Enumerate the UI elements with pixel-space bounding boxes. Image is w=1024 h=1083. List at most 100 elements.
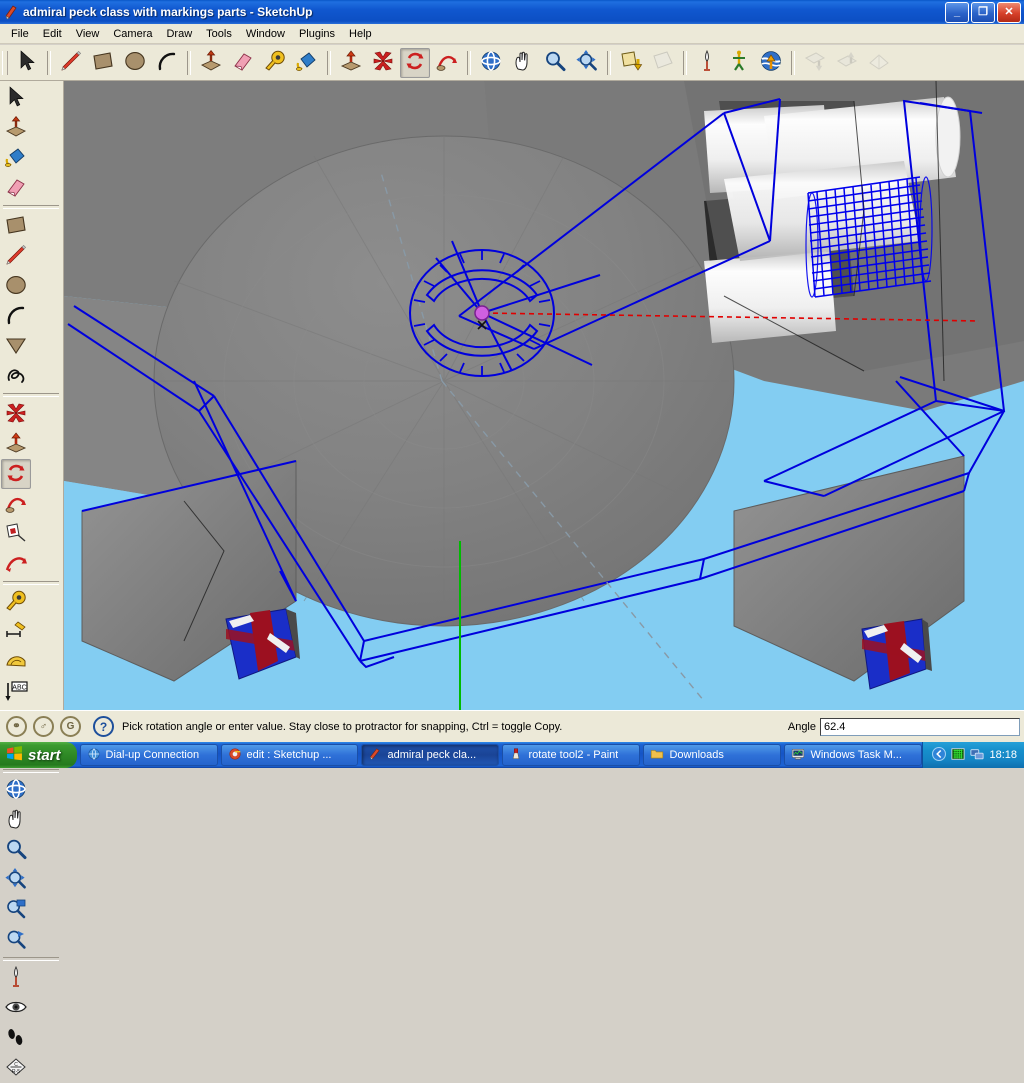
orbit-tool[interactable] — [1, 775, 31, 805]
line-tool[interactable] — [56, 48, 86, 78]
3d-model-viewport[interactable] — [64, 81, 1024, 710]
zoom-tool[interactable] — [540, 48, 570, 78]
location-pin-icon[interactable]: ⚭ — [6, 716, 27, 737]
circle-icon — [4, 273, 28, 300]
arc-icon — [4, 303, 28, 330]
taskbar-item-label: Dial-up Connection — [106, 749, 200, 761]
zoom-extents-tool[interactable] — [1, 865, 31, 895]
follow-me-tool[interactable] — [432, 48, 462, 78]
tape-measure-icon — [263, 49, 287, 76]
offset-tool[interactable] — [1, 519, 31, 549]
line-tool[interactable] — [1, 241, 31, 271]
zoom-window-icon — [4, 897, 28, 924]
pushpull-tool[interactable] — [196, 48, 226, 78]
zoom-tool[interactable] — [1, 835, 31, 865]
question-mark-icon[interactable]: ? — [93, 716, 114, 737]
paint-bucket-tool[interactable] — [1, 143, 31, 173]
follow-me-tool[interactable] — [1, 489, 31, 519]
position-camera-icon — [695, 49, 719, 76]
chevron-left-icon[interactable] — [932, 747, 946, 764]
circle-tool[interactable] — [1, 271, 31, 301]
select-tool[interactable] — [12, 48, 42, 78]
window-title: admiral peck class with markings parts -… — [23, 5, 312, 19]
circle-tool[interactable] — [120, 48, 150, 78]
menu-window[interactable]: Window — [239, 26, 292, 42]
select-tool[interactable] — [1, 83, 31, 113]
previous-view-tool[interactable] — [1, 925, 31, 955]
taskbar-clock[interactable]: 18:18 — [989, 749, 1017, 761]
zoom-extents-tool[interactable] — [572, 48, 602, 78]
rectangle-tool[interactable] — [88, 48, 118, 78]
toolbar-separator — [467, 51, 471, 75]
magnifier-icon — [4, 837, 28, 864]
menu-view[interactable]: View — [69, 26, 107, 42]
toolbar-grip[interactable] — [2, 51, 8, 75]
orbit-tool[interactable] — [476, 48, 506, 78]
zoom-window-tool[interactable] — [1, 895, 31, 925]
rotate-tool[interactable] — [1, 459, 31, 489]
rotate-tool[interactable] — [400, 48, 430, 78]
polygon-tool[interactable] — [1, 331, 31, 361]
menu-file[interactable]: File — [4, 26, 36, 42]
eraser-tool[interactable] — [1, 173, 31, 203]
follow-me-alt-tool[interactable] — [1, 549, 31, 579]
protractor-tool[interactable] — [1, 647, 31, 677]
menu-plugins[interactable]: Plugins — [292, 26, 342, 42]
vcb-value-input[interactable]: 62.4 — [820, 718, 1020, 736]
menu-help[interactable]: Help — [342, 26, 379, 42]
move-tool[interactable] — [1, 429, 31, 459]
polygon-icon — [4, 333, 28, 360]
toolbar-separator — [683, 51, 687, 75]
look-around-tool[interactable] — [756, 48, 786, 78]
taskbar-item-task-manager[interactable]: Windows Task M... — [784, 744, 922, 766]
menu-edit[interactable]: Edit — [36, 26, 69, 42]
scale-tool[interactable] — [1, 399, 31, 429]
restore-button[interactable]: ❐ — [971, 2, 995, 23]
arc-tool[interactable] — [152, 48, 182, 78]
paint-bucket-tool[interactable] — [292, 48, 322, 78]
walk-tool[interactable] — [724, 48, 754, 78]
position-camera-tool[interactable] — [1, 963, 31, 993]
menu-camera[interactable]: Camera — [106, 26, 159, 42]
minimize-button[interactable]: _ — [945, 2, 969, 23]
taskbar-item-downloads[interactable]: Downloads — [643, 744, 781, 766]
large-tool-set-toolbar: ABCCR-5 — [0, 81, 64, 710]
text-abc-icon: ABC — [4, 679, 28, 706]
section-plane-tool[interactable]: CR-5 — [1, 1053, 31, 1083]
look-around-tool[interactable] — [1, 993, 31, 1023]
arc-tool[interactable] — [1, 301, 31, 331]
windows-flag-icon — [6, 745, 23, 766]
taskbar-item-edit-sketchup[interactable]: edit : Sketchup ... — [221, 744, 359, 766]
toolbar-separator — [791, 51, 795, 75]
eraser-tool[interactable] — [228, 48, 258, 78]
pushpull-tool[interactable] — [1, 113, 31, 143]
section-plane-tool[interactable] — [616, 48, 646, 78]
close-button[interactable]: ✕ — [997, 2, 1021, 23]
dimension-tool[interactable] — [1, 617, 31, 647]
walk-tool[interactable] — [1, 1023, 31, 1053]
scale-tool[interactable] — [368, 48, 398, 78]
pan-tool[interactable] — [1, 805, 31, 835]
start-button[interactable]: start — [0, 742, 77, 768]
pan-tool[interactable] — [508, 48, 538, 78]
google-g-icon[interactable]: G — [60, 716, 81, 737]
menu-draw[interactable]: Draw — [159, 26, 199, 42]
position-camera-tool[interactable] — [692, 48, 722, 78]
person-icon[interactable]: ♂ — [33, 716, 54, 737]
tape-measure-tool[interactable] — [1, 587, 31, 617]
green-grid-icon[interactable] — [951, 747, 965, 764]
arc-icon — [155, 49, 179, 76]
tape-measure-tool[interactable] — [260, 48, 290, 78]
taskbar-item-rotate-paint[interactable]: rotate tool2 - Paint — [502, 744, 640, 766]
taskbar-item-dialup[interactable]: Dial-up Connection — [80, 744, 218, 766]
menu-tools[interactable]: Tools — [199, 26, 239, 42]
paint-icon — [509, 747, 523, 764]
rectangle-tool[interactable] — [1, 211, 31, 241]
freehand-tool[interactable] — [1, 361, 31, 391]
network-icon[interactable] — [970, 747, 984, 764]
taskbar-item-admiral-peck[interactable]: admiral peck cla... — [361, 744, 499, 766]
move-tool[interactable] — [336, 48, 366, 78]
text-tool[interactable]: ABC — [1, 677, 31, 707]
paint-bucket-icon — [4, 145, 28, 172]
sketchup-icon — [3, 4, 19, 20]
